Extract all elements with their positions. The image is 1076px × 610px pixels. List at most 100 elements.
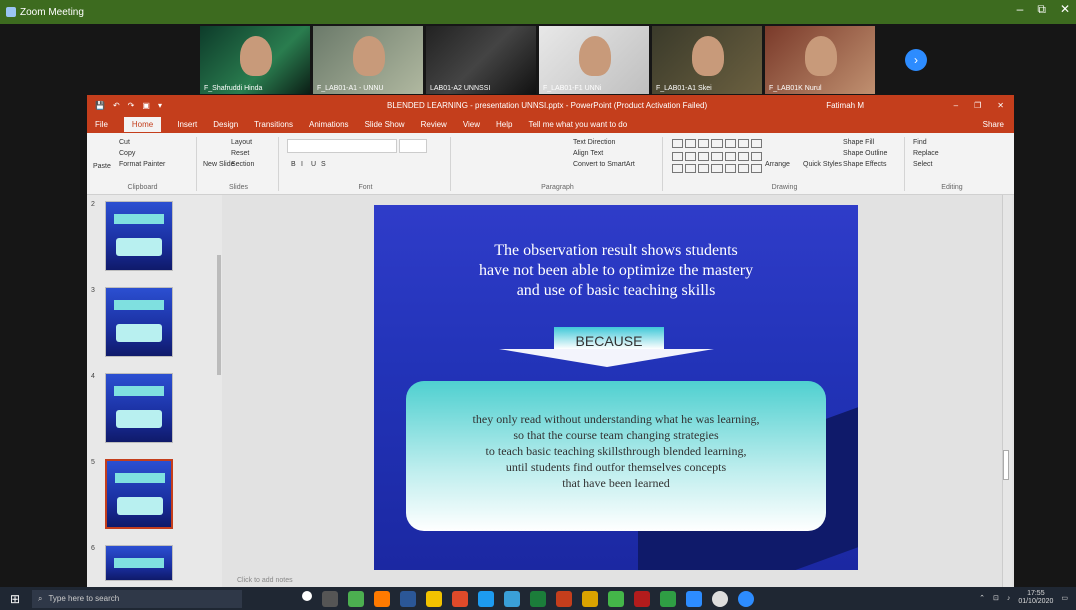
clock[interactable]: 17:55 01/10/2020: [1018, 590, 1053, 606]
reset-button[interactable]: Reset: [231, 150, 249, 157]
maximize-button[interactable]: ⧉: [1037, 2, 1046, 17]
shape-fill-button[interactable]: Shape Fill: [843, 139, 874, 146]
chevron-right-icon[interactable]: ›: [905, 49, 927, 71]
start-slideshow-icon[interactable]: ▣: [142, 101, 150, 110]
volume-icon[interactable]: ♪: [1007, 595, 1011, 602]
scrollbar-thumb[interactable]: [1003, 450, 1009, 480]
notes-placeholder[interactable]: Click to add notes: [237, 577, 293, 584]
tab-view[interactable]: View: [463, 120, 480, 129]
slide-thumbnail[interactable]: [105, 201, 173, 271]
slides-group: New Slide Layout Reset Section Slides: [199, 137, 279, 191]
zoom-icon[interactable]: [686, 590, 702, 607]
notification-icon[interactable]: ▭: [1061, 594, 1068, 602]
tab-transitions[interactable]: Transitions: [254, 120, 293, 129]
explanation-callout[interactable]: they only read without understanding wha…: [406, 381, 826, 531]
share-button[interactable]: Share: [983, 120, 1004, 129]
app-icon[interactable]: [608, 590, 624, 607]
smartart-button[interactable]: Convert to SmartArt: [573, 161, 635, 168]
tab-animations[interactable]: Animations: [309, 120, 349, 129]
current-slide[interactable]: The observation result shows students ha…: [374, 205, 858, 570]
firefox-icon[interactable]: [374, 590, 390, 607]
close-button[interactable]: ✕: [1060, 2, 1070, 17]
participant-tile[interactable]: F_LAB01K Nurul: [765, 26, 875, 94]
replace-button[interactable]: Replace: [913, 150, 939, 157]
paste-button[interactable]: Paste: [93, 163, 111, 170]
tell-me-search[interactable]: Tell me what you want to do: [528, 120, 627, 129]
quick-styles-button[interactable]: Quick Styles: [803, 161, 842, 168]
shape-effects-button[interactable]: Shape Effects: [843, 161, 886, 168]
settings-icon[interactable]: [712, 590, 728, 607]
app-icon[interactable]: [452, 590, 468, 607]
font-name-box[interactable]: [287, 139, 397, 153]
app-icon[interactable]: [738, 590, 754, 607]
shape-outline-button[interactable]: Shape Outline: [843, 150, 887, 157]
customize-qat-icon[interactable]: ▾: [158, 101, 162, 110]
tab-review[interactable]: Review: [421, 120, 447, 129]
tab-design[interactable]: Design: [213, 120, 238, 129]
italic-button[interactable]: I: [301, 161, 303, 168]
windows-start-icon[interactable]: ⊞: [6, 590, 24, 608]
section-button[interactable]: Section: [231, 161, 254, 168]
taskbar-search[interactable]: ⌕ Type here to search: [32, 589, 242, 608]
participant-tile[interactable]: F_LAB01-A1 Skei: [652, 26, 762, 94]
chrome-icon[interactable]: [348, 590, 364, 607]
participant-tile[interactable]: LAB01-A2 UNNSSI: [426, 26, 536, 94]
tab-slide-show[interactable]: Slide Show: [365, 120, 405, 129]
slide-thumbnail[interactable]: [105, 373, 173, 443]
slide-thumbnail[interactable]: [105, 545, 173, 581]
minimize-button[interactable]: –: [1017, 2, 1024, 17]
undo-icon[interactable]: ↶: [113, 101, 120, 110]
tab-help[interactable]: Help: [496, 120, 512, 129]
ppt-minimize-button[interactable]: –: [954, 101, 958, 110]
cut-button[interactable]: Cut: [119, 139, 130, 146]
slide-heading[interactable]: The observation result shows students ha…: [414, 241, 818, 301]
redo-icon[interactable]: ↷: [128, 101, 135, 110]
ppt-close-button[interactable]: ✕: [997, 101, 1004, 110]
participant-name: F_Shafruddi Hinda: [204, 85, 263, 92]
slide-number: 4: [91, 373, 95, 380]
vlc-icon[interactable]: [582, 590, 598, 607]
user-name[interactable]: Fatimah M: [826, 101, 864, 110]
vertical-scrollbar[interactable]: [1002, 195, 1012, 587]
find-button[interactable]: Find: [913, 139, 927, 146]
save-icon[interactable]: 💾: [95, 101, 105, 110]
new-slide-button[interactable]: New Slide: [203, 161, 235, 168]
arrange-button[interactable]: Arrange: [765, 161, 790, 168]
app-icon[interactable]: [504, 590, 520, 607]
shadow-button[interactable]: S: [321, 161, 326, 168]
powerpoint-window: 💾 ↶ ↷ ▣ ▾ BLENDED LEARNING - presentatio…: [87, 95, 1014, 587]
excel-icon[interactable]: [530, 590, 546, 607]
participant-tile[interactable]: F_LAB01-F1 UNNi: [539, 26, 649, 94]
underline-button[interactable]: U: [311, 161, 316, 168]
text-direction-button[interactable]: Text Direction: [573, 139, 615, 146]
powerpoint-icon[interactable]: [556, 590, 572, 607]
task-view-icon[interactable]: [322, 590, 338, 607]
participant-tile[interactable]: F_Shafruddi Hinda: [200, 26, 310, 94]
app-icon[interactable]: [660, 590, 676, 607]
slide-thumbnail[interactable]: [105, 287, 173, 357]
tab-insert[interactable]: Insert: [177, 120, 197, 129]
participant-face: [240, 36, 272, 76]
pdf-icon[interactable]: [634, 590, 650, 607]
thumbnail-scrollbar[interactable]: [217, 255, 221, 375]
word-icon[interactable]: [400, 590, 416, 607]
ppt-restore-button[interactable]: ❐: [974, 101, 981, 110]
font-size-box[interactable]: [399, 139, 427, 153]
edge-icon[interactable]: [478, 590, 494, 607]
tray-chevron-icon[interactable]: ⌃: [979, 594, 985, 602]
taskbar-apps: [302, 590, 754, 607]
network-icon[interactable]: ⊡: [993, 594, 999, 602]
participant-tile[interactable]: F_LAB01-A1 - UNNU: [313, 26, 423, 94]
participant-video-strip: F_Shafruddi Hinda F_LAB01-A1 - UNNU LAB0…: [200, 26, 875, 94]
layout-button[interactable]: Layout: [231, 139, 252, 146]
select-button[interactable]: Select: [913, 161, 932, 168]
align-text-button[interactable]: Align Text: [573, 150, 603, 157]
tab-home[interactable]: Home: [123, 116, 162, 132]
bold-button[interactable]: B: [291, 161, 296, 168]
copy-button[interactable]: Copy: [119, 150, 135, 157]
tab-file[interactable]: File: [95, 120, 108, 129]
file-explorer-icon[interactable]: [426, 590, 442, 607]
cortana-icon[interactable]: [302, 590, 312, 601]
format-painter-button[interactable]: Format Painter: [119, 161, 165, 168]
slide-thumbnail[interactable]: [105, 459, 173, 529]
